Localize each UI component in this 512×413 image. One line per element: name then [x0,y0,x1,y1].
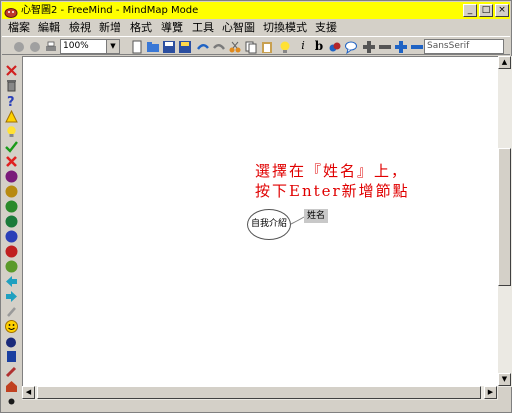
menu-navigate[interactable]: 導覽 [161,19,183,36]
font-smaller-icon[interactable] [410,39,424,53]
cancel-icon[interactable] [5,153,18,167]
priority-3-icon[interactable] [5,198,18,213]
vertical-scrollbar[interactable]: ▲ ▼ [498,56,512,387]
forward-arrow-icon[interactable] [5,288,18,302]
note-icon[interactable] [344,39,358,55]
font-larger-icon[interactable] [394,39,408,53]
priority-1-icon[interactable] [5,168,18,183]
scroll-down-arrow-icon[interactable]: ▼ [498,373,511,386]
close-button[interactable]: × [495,4,509,17]
annotation-text: 選擇在『姓名』上， 按下Enter新增節點 [255,161,410,201]
zoom-select[interactable]: 100% ▼ [60,39,120,54]
copy-icon[interactable] [244,39,258,54]
zoom-out-icon[interactable] [378,39,392,53]
vertical-scroll-thumb[interactable] [498,148,511,286]
icon-palette: ? [2,57,21,405]
menu-insert[interactable]: 新增 [99,19,121,36]
mindmap-canvas[interactable]: 自我介紹 姓名 選擇在『姓名』上， 按下Enter新增節點 [22,56,499,387]
status-bar [2,401,510,412]
title-bar: 心智圖2 - FreeMind - MindMap Mode _ □ × [2,2,510,19]
back-arrow-icon[interactable] [5,273,18,287]
idea-icon[interactable] [278,39,292,53]
warning-icon[interactable] [5,108,18,123]
svg-text:?: ? [7,95,15,107]
pencil-icon[interactable] [5,363,18,378]
attach-icon[interactable] [5,303,18,317]
open-icon[interactable] [146,39,160,53]
horizontal-scroll-thumb[interactable] [37,386,481,399]
chevron-down-icon[interactable]: ▼ [106,40,119,53]
question-icon[interactable]: ? [5,92,18,110]
annotation-line-2: 按下Enter新增節點 [255,182,410,200]
menu-edit[interactable]: 編輯 [38,19,60,36]
book-icon[interactable] [5,348,18,362]
scroll-left-arrow-icon[interactable]: ◀ [22,386,35,399]
horizontal-scrollbar[interactable]: ◀ ▶ [22,386,498,400]
font-family-field[interactable]: SansSerif [424,39,504,54]
priority-6-icon[interactable] [5,243,18,258]
app-window: 心智圖2 - FreeMind - MindMap Mode _ □ × 檔案 … [0,0,512,413]
freemind-logo-icon [4,4,18,18]
priority-2-icon[interactable] [5,183,18,198]
new-icon[interactable] [130,39,144,54]
save-icon[interactable] [162,39,176,53]
bold-icon[interactable]: b [312,39,326,53]
window-title: 心智圖2 - FreeMind - MindMap Mode [21,5,199,16]
save-as-icon[interactable] [178,39,192,53]
priority-4-icon[interactable] [5,213,18,228]
menu-view[interactable]: 檢視 [69,19,91,36]
back-icon[interactable] [12,39,26,53]
child-node[interactable]: 姓名 [304,209,329,223]
toolbar: 100% ▼ i b SansSerif [2,36,510,55]
menu-mindmap[interactable]: 心智圖 [222,19,255,36]
maximize-button[interactable]: □ [479,4,493,17]
priority-7-icon[interactable] [5,258,18,273]
home-icon[interactable] [5,378,18,392]
menu-tools[interactable]: 工具 [192,19,214,36]
menu-modes[interactable]: 切換模式 [263,19,307,36]
forward-icon[interactable] [28,39,42,53]
smiley-icon[interactable] [5,318,18,333]
cut-icon[interactable] [228,39,242,53]
menu-file[interactable]: 檔案 [8,19,30,36]
paste-icon[interactable] [260,39,274,53]
menu-help[interactable]: 支援 [315,19,337,36]
italic-icon[interactable]: i [296,39,310,53]
annotation-line-1: 選擇在『姓名』上， [255,162,409,180]
trash-icon[interactable] [5,77,18,92]
menu-bar: 檔案 編輯 檢視 新增 格式 導覽 工具 心智圖 切換模式 支援 [2,19,510,36]
undo-icon[interactable] [196,39,210,53]
scroll-right-arrow-icon[interactable]: ▶ [484,386,497,399]
idea-icon[interactable] [5,123,18,137]
remove-icon[interactable] [5,62,18,76]
redo-icon[interactable] [212,39,226,53]
cloud-icon[interactable] [328,39,342,53]
ok-icon[interactable] [5,138,18,153]
priority-5-icon[interactable] [5,228,18,243]
scroll-up-arrow-icon[interactable]: ▲ [498,56,511,69]
print-icon[interactable] [44,39,58,53]
zoom-in-icon[interactable] [362,39,376,53]
menu-format[interactable]: 格式 [130,19,152,36]
root-node[interactable]: 自我介紹 [247,209,291,240]
minimize-button[interactable]: _ [463,4,477,17]
bomb-icon[interactable] [5,333,18,348]
zoom-value: 100% [63,41,89,51]
